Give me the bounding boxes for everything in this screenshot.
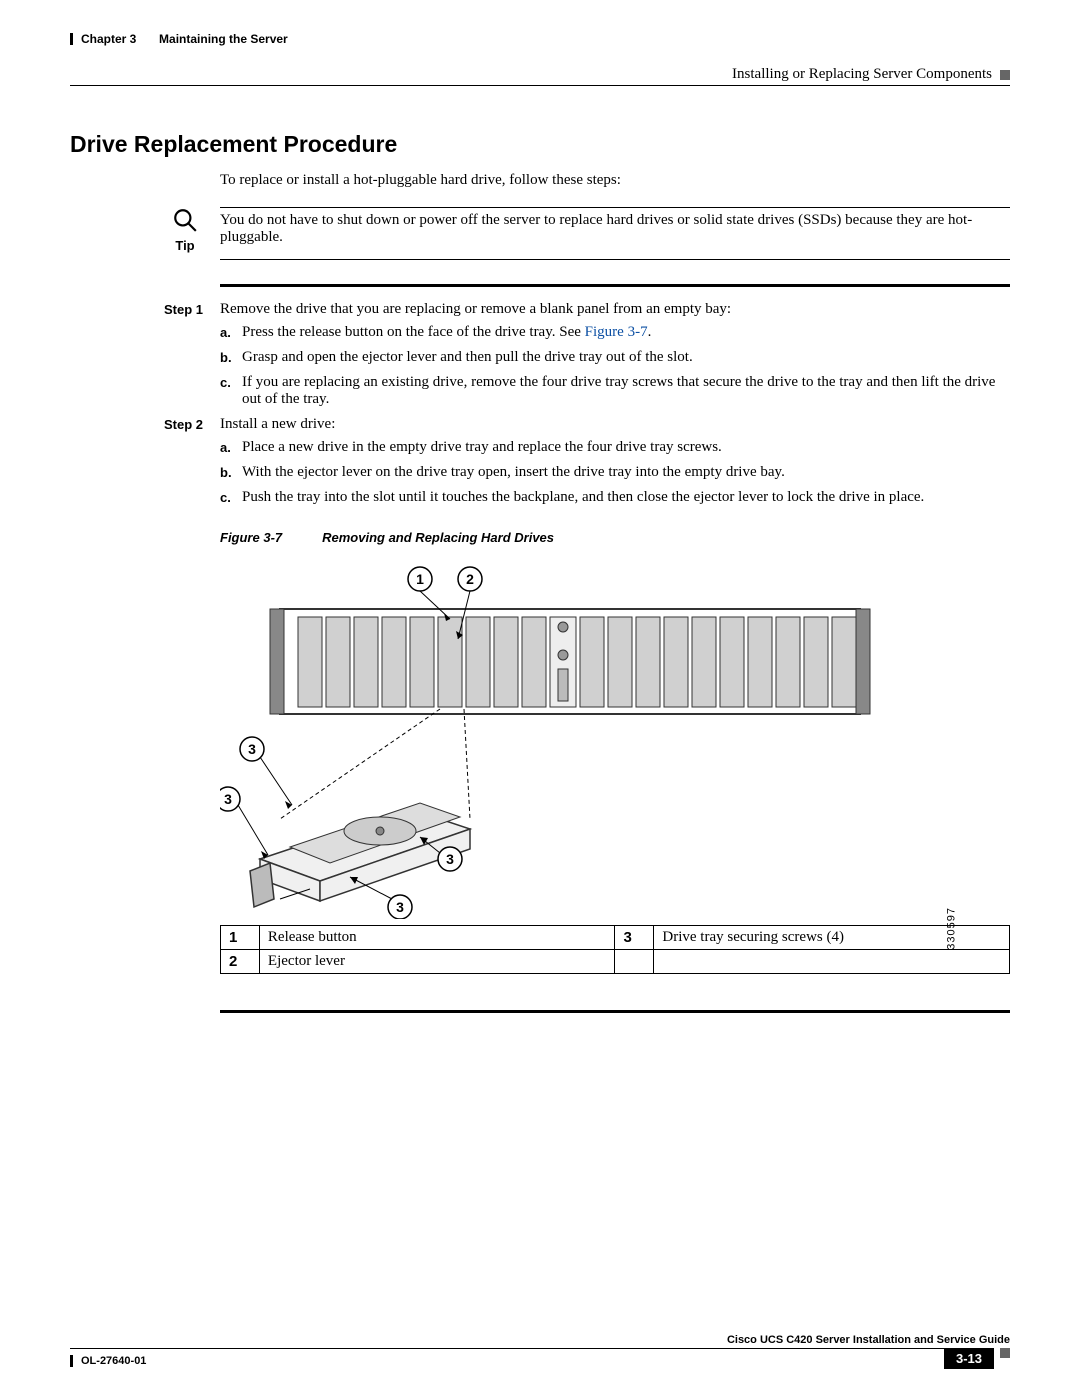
tip-block: Tip You do not have to shut down or powe… — [164, 207, 1010, 253]
legend-desc: Ejector lever — [259, 950, 615, 974]
page-header: Chapter 3 Maintaining the Server — [70, 32, 1010, 46]
sub-letter: c. — [220, 374, 242, 408]
header-bar-icon — [70, 33, 73, 45]
sub-text: Press the release button on the face of … — [242, 324, 1010, 341]
svg-text:3: 3 — [396, 899, 404, 915]
sub-step: a. Place a new drive in the empty drive … — [220, 439, 1010, 456]
tip-magnifier-icon — [172, 207, 198, 233]
figure-caption: Figure 3-7 Removing and Replacing Hard D… — [220, 530, 1010, 545]
tip-bottom-rule — [220, 259, 1010, 260]
step-text: Remove the drive that you are replacing … — [220, 301, 1010, 318]
svg-text:3: 3 — [248, 741, 256, 757]
figure-number: Figure 3-7 — [220, 530, 282, 545]
sub-letter: b. — [220, 349, 242, 366]
footer-guide-title: Cisco UCS C420 Server Installation and S… — [70, 1334, 1010, 1346]
legend-desc — [654, 950, 1010, 974]
legend-num — [615, 950, 654, 974]
legend-num: 1 — [221, 926, 260, 950]
footer-square-icon — [1000, 1348, 1010, 1358]
page-number-badge: 3-13 — [944, 1348, 994, 1369]
sub-text: If you are replacing an existing drive, … — [242, 374, 1010, 408]
step-row: Step 2 Install a new drive: — [164, 416, 1010, 433]
sub-letter: b. — [220, 464, 242, 481]
step-row: Step 1 Remove the drive that you are rep… — [164, 301, 1010, 318]
legend-num: 2 — [221, 950, 260, 974]
section-heading: Drive Replacement Procedure — [70, 131, 1010, 158]
sub-text: With the ejector lever on the drive tray… — [242, 464, 1010, 481]
tip-text: You do not have to shut down or power of… — [220, 207, 1010, 253]
sub-step: b. With the ejector lever on the drive t… — [220, 464, 1010, 481]
sub-text: Place a new drive in the empty drive tra… — [242, 439, 1010, 456]
figure-id: 330597 — [946, 907, 958, 950]
tip-label: Tip — [164, 238, 206, 253]
header-rule — [70, 85, 1010, 86]
chapter-label: Chapter 3 — [81, 32, 136, 46]
svg-text:3: 3 — [446, 851, 454, 867]
table-row: 1 Release button 3 Drive tray securing s… — [221, 926, 1010, 950]
sub-step: a. Press the release button on the face … — [220, 324, 1010, 341]
legend-num: 3 — [615, 926, 654, 950]
step-text: Install a new drive: — [220, 416, 1010, 433]
figure-diagram: 1 2 — [220, 559, 1010, 919]
sub-step: b. Grasp and open the ejector lever and … — [220, 349, 1010, 366]
sub-text: Push the tray into the slot until it tou… — [242, 489, 1010, 506]
sub-letter: c. — [220, 489, 242, 506]
svg-text:3: 3 — [224, 791, 232, 807]
callout-2: 2 — [466, 571, 474, 587]
figure-title: Removing and Replacing Hard Drives — [322, 530, 554, 545]
figure-link[interactable]: Figure 3-7 — [585, 324, 648, 340]
sub-step: c. Push the tray into the slot until it … — [220, 489, 1010, 506]
footer-doc-id: OL-27640-01 — [81, 1355, 146, 1367]
callout-1: 1 — [416, 571, 424, 587]
sub-step: c. If you are replacing an existing driv… — [220, 374, 1010, 408]
sub-letter: a. — [220, 324, 242, 341]
procedure-end-rule — [220, 1010, 1010, 1013]
intro-text: To replace or install a hot-pluggable ha… — [220, 172, 1010, 189]
footer-bar-icon — [70, 1355, 73, 1367]
procedure-start-rule — [220, 284, 1010, 287]
section-title-small: Installing or Replacing Server Component… — [732, 66, 992, 83]
sub-text: Grasp and open the ejector lever and the… — [242, 349, 1010, 366]
section-header-right: Installing or Replacing Server Component… — [70, 66, 1010, 83]
chapter-title: Maintaining the Server — [159, 32, 288, 46]
table-row: 2 Ejector lever — [221, 950, 1010, 974]
sub-letter: a. — [220, 439, 242, 456]
header-square-icon — [1000, 70, 1010, 80]
step-label: Step 1 — [164, 301, 220, 318]
legend-table: 1 Release button 3 Drive tray securing s… — [220, 925, 1010, 974]
legend-desc: Release button — [259, 926, 615, 950]
page-footer: Cisco UCS C420 Server Installation and S… — [70, 1334, 1010, 1369]
step-label: Step 2 — [164, 416, 220, 433]
